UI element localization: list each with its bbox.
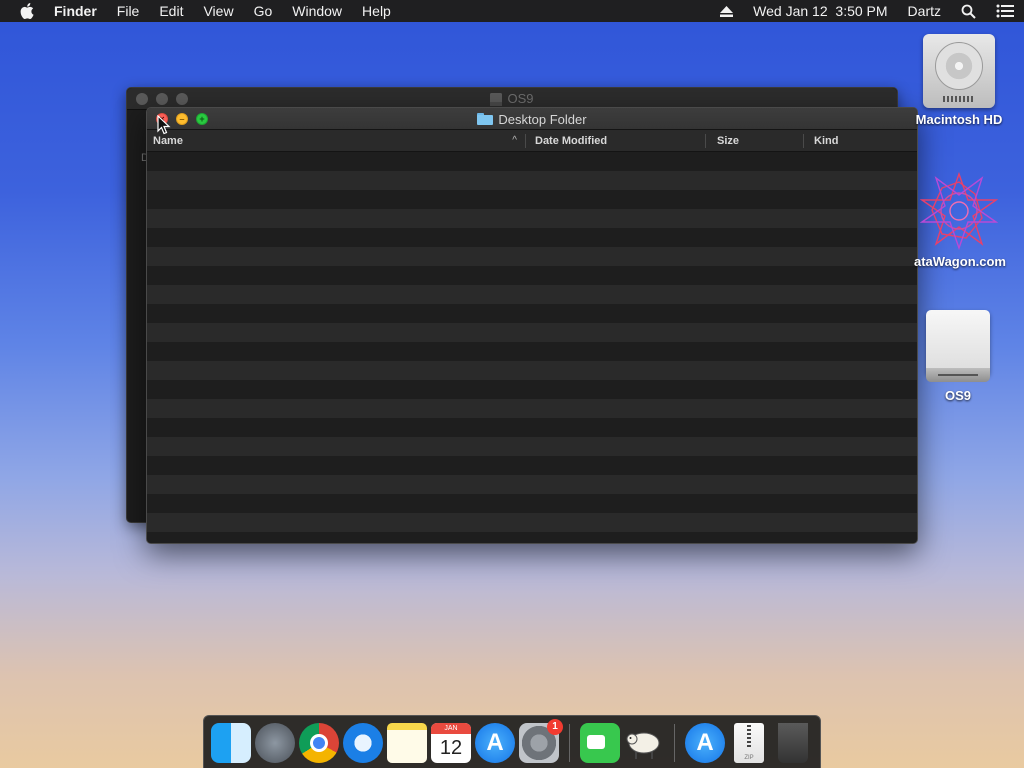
external-drive-icon	[924, 310, 992, 384]
calendar-icon[interactable]: JAN 12	[431, 723, 471, 763]
empty-list-row	[147, 152, 917, 171]
search-icon[interactable]	[951, 4, 986, 19]
app-store-icon[interactable]: A	[475, 723, 515, 763]
external-drive-icon	[490, 92, 503, 106]
desktop-folder-window[interactable]: × – + Desktop Folder Name ^ Date Modifie…	[146, 107, 918, 544]
empty-list-row	[147, 285, 917, 304]
empty-list-row	[147, 513, 917, 532]
file-list[interactable]	[147, 152, 917, 543]
dock-separator	[569, 724, 570, 762]
menu-file[interactable]: File	[107, 0, 150, 22]
empty-list-row	[147, 209, 917, 228]
clock[interactable]: Wed Jan 12 3:50 PM	[743, 0, 897, 22]
menu-help[interactable]: Help	[352, 0, 401, 22]
column-name-label: Name	[153, 135, 183, 147]
empty-list-row	[147, 494, 917, 513]
desktop-icon-macintosh-hd[interactable]: Macintosh HD	[914, 34, 1004, 127]
calendar-month: JAN	[431, 723, 471, 734]
notes-icon[interactable]	[387, 723, 427, 763]
desktop-icon-datawagon[interactable]: ataWagon.com	[914, 171, 1006, 269]
menu-view[interactable]: View	[193, 0, 243, 22]
zip-file-icon[interactable]: ZIP	[734, 723, 764, 763]
empty-list-row	[147, 437, 917, 456]
empty-list-row	[147, 418, 917, 437]
sort-ascending-icon: ^	[512, 135, 517, 146]
column-kind-label: Kind	[814, 135, 839, 147]
zip-label: ZIP	[744, 755, 754, 761]
empty-list-row	[147, 380, 917, 399]
trash-icon[interactable]	[778, 723, 808, 763]
user-name[interactable]: Dartz	[898, 0, 951, 22]
datawagon-star-icon	[919, 171, 999, 251]
calendar-day: 12	[439, 737, 463, 759]
eject-icon[interactable]	[710, 5, 743, 17]
empty-list-row	[147, 399, 917, 418]
empty-list-row	[147, 323, 917, 342]
empty-list-row	[147, 342, 917, 361]
empty-list-row	[147, 532, 917, 543]
column-size[interactable]: Size	[705, 130, 803, 151]
mouse-cursor-icon	[157, 115, 171, 135]
app-store-download-icon[interactable]: A	[685, 723, 725, 763]
menu-extras: Wed Jan 12 3:50 PM Dartz	[710, 0, 1024, 22]
desktop-icon-label: OS9	[944, 388, 971, 403]
facetime-icon[interactable]	[580, 723, 620, 763]
column-size-label: Size	[717, 135, 740, 147]
menu-window[interactable]: Window	[282, 0, 352, 22]
empty-list-row	[147, 361, 917, 380]
empty-list-row	[147, 190, 917, 209]
menu-go[interactable]: Go	[244, 0, 283, 22]
column-kind[interactable]: Kind	[803, 130, 917, 151]
column-header: Name ^ Date Modified Size Kind	[147, 130, 917, 152]
empty-list-row	[147, 228, 917, 247]
column-name[interactable]: Name ^	[147, 130, 525, 151]
dock-separator	[674, 724, 675, 762]
desktop-icon-label: ataWagon.com	[914, 254, 1006, 269]
empty-list-row	[147, 266, 917, 285]
empty-list-row	[147, 304, 917, 323]
column-date-label: Date Modified	[535, 135, 608, 147]
notification-badge: 1	[547, 719, 563, 735]
desktop-folder-titlebar[interactable]: × – + Desktop Folder	[147, 108, 917, 130]
control-center-icon[interactable]	[986, 4, 1024, 18]
menu-bar: Finder File Edit View Go Window Help Wed…	[0, 0, 1024, 22]
desktop-icon-label: Macintosh HD	[915, 112, 1003, 127]
safari-icon[interactable]	[343, 723, 383, 763]
sheep-app-icon[interactable]	[624, 723, 664, 763]
window-title: Desktop Folder	[147, 108, 917, 130]
finder-icon[interactable]	[211, 723, 251, 763]
empty-list-row	[147, 456, 917, 475]
launchpad-icon[interactable]	[255, 723, 295, 763]
system-preferences-icon[interactable]: 1	[519, 719, 563, 763]
chrome-icon[interactable]	[299, 723, 339, 763]
menu-app-finder[interactable]: Finder	[54, 0, 107, 22]
apple-logo-icon[interactable]	[0, 0, 54, 22]
folder-icon	[477, 113, 494, 125]
menu-edit[interactable]: Edit	[149, 0, 193, 22]
dock: JAN 12 A 1 A ZIP	[203, 715, 821, 768]
column-date-modified[interactable]: Date Modified	[525, 130, 705, 151]
empty-list-row	[147, 171, 917, 190]
empty-list-row	[147, 475, 917, 494]
window-title-text: Desktop Folder	[498, 111, 587, 127]
empty-list-row	[147, 247, 917, 266]
desktop-icon-os9[interactable]: OS9	[913, 310, 1003, 403]
hard-drive-icon	[923, 34, 995, 108]
